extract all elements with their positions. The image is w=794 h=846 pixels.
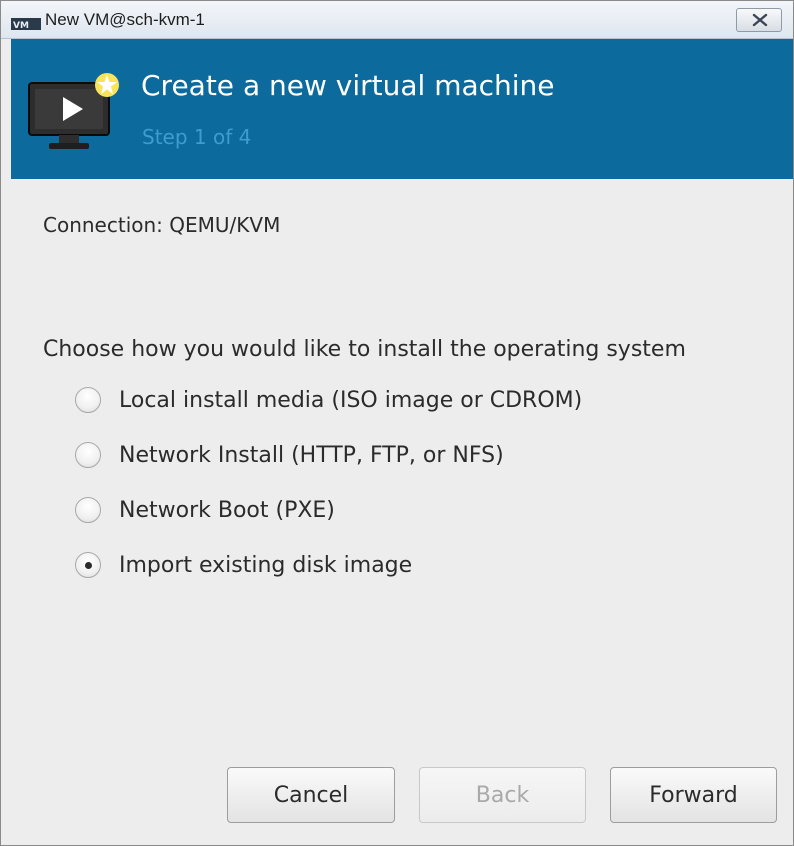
radio-selected-dot	[85, 562, 92, 569]
connection-label: Connection: QEMU/KVM	[43, 213, 281, 237]
install-method-prompt: Choose how you would like to install the…	[43, 337, 686, 362]
radio-button[interactable]	[75, 442, 101, 468]
radio-button-selected[interactable]	[75, 552, 101, 578]
virt-manager-icon: VM	[11, 15, 41, 31]
radio-local-install-media[interactable]: Local install media (ISO image or CDROM)	[75, 385, 582, 415]
radio-label[interactable]: Import existing disk image	[119, 553, 412, 578]
radio-import-disk-image[interactable]: Import existing disk image	[75, 550, 412, 580]
title-bar: VM New VM@sch-kvm-1	[1, 1, 793, 39]
forward-button[interactable]: Forward	[610, 767, 777, 823]
radio-network-install[interactable]: Network Install (HTTP, FTP, or NFS)	[75, 440, 504, 470]
radio-button[interactable]	[75, 497, 101, 523]
new-vm-dialog: VM New VM@sch-kvm-1 Create a new virtual…	[0, 0, 794, 846]
wizard-header: Create a new virtual machine Step 1 of 4	[11, 39, 793, 179]
close-button[interactable]	[736, 8, 782, 32]
radio-label[interactable]: Local install media (ISO image or CDROM)	[119, 388, 582, 413]
back-button[interactable]: Back	[419, 767, 586, 823]
radio-network-boot[interactable]: Network Boot (PXE)	[75, 495, 335, 525]
step-indicator: Step 1 of 4	[142, 125, 252, 149]
radio-label[interactable]: Network Boot (PXE)	[119, 498, 335, 523]
radio-button[interactable]	[75, 387, 101, 413]
window-title: New VM@sch-kvm-1	[45, 10, 205, 29]
close-icon	[752, 13, 768, 27]
svg-text:VM: VM	[13, 21, 29, 30]
header-title: Create a new virtual machine	[141, 69, 555, 102]
cancel-button[interactable]: Cancel	[227, 767, 395, 823]
radio-label[interactable]: Network Install (HTTP, FTP, or NFS)	[119, 443, 504, 468]
new-vm-monitor-icon	[27, 69, 127, 159]
